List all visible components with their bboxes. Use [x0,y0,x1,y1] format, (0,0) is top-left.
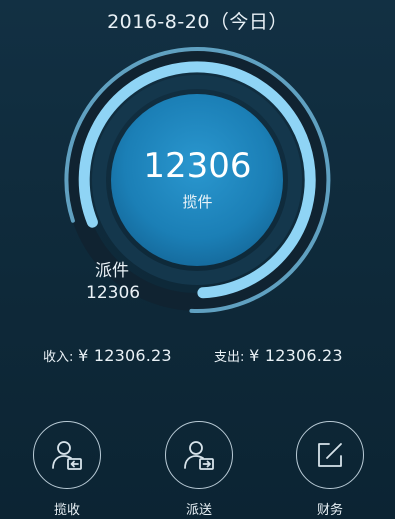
finance-button-label: 财务 [316,503,343,518]
dispatch-label: 派件 [95,261,129,281]
app-screen: 2016-8-20（今日） 12306 揽件 派件 12306 收入: ¥ 12… [0,0,395,519]
dispatch-count: 12306 [86,283,141,303]
income-row: 收入: ¥ 12306.23 [43,346,172,365]
expense-row: 支出: ¥ 12306.23 [214,346,343,365]
user-in-icon [52,441,82,470]
deliver-button[interactable]: 派送 [159,421,239,518]
pickup-count: 12306 [143,146,252,186]
finance-button[interactable]: 财务 [290,421,370,518]
income-value: ¥ 12306.23 [78,346,172,365]
edit-square-icon [318,443,342,467]
pickup-button-circle[interactable] [33,421,101,489]
deliver-button-label: 派送 [185,503,212,518]
pickup-label: 揽件 [182,193,213,211]
pickup-button-label: 揽收 [53,503,80,518]
expense-label: 支出: [214,350,245,365]
pickup-button[interactable]: 揽收 [27,421,107,518]
income-label: 收入: [43,350,74,365]
deliver-button-circle[interactable] [165,421,233,489]
user-out-icon [184,441,214,470]
expense-value: ¥ 12306.23 [249,346,343,365]
finance-button-circle[interactable] [296,421,364,489]
